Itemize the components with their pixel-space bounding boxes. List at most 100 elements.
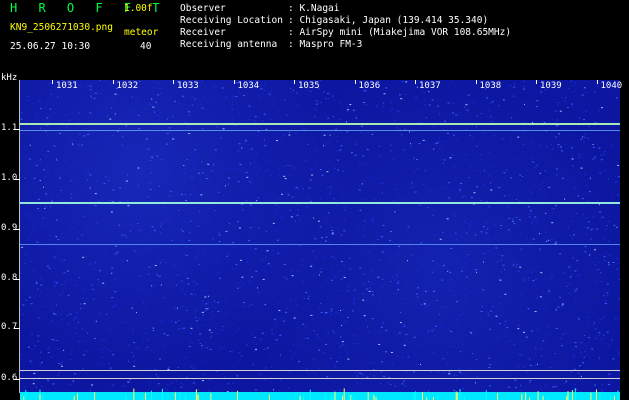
noise-pixel xyxy=(597,110,600,111)
noise-pixel xyxy=(535,186,537,188)
noise-pixel xyxy=(546,325,549,327)
noise-pixel xyxy=(287,158,289,160)
noise-pixel xyxy=(394,278,396,280)
noise-pixel xyxy=(406,327,408,329)
level-spike xyxy=(309,389,311,400)
noise-pixel xyxy=(368,281,369,282)
noise-pixel xyxy=(56,340,58,341)
noise-pixel xyxy=(602,316,605,318)
noise-pixel xyxy=(467,103,470,105)
noise-pixel xyxy=(395,100,397,102)
noise-pixel xyxy=(439,238,442,240)
noise-pixel xyxy=(176,380,178,382)
noise-pixel xyxy=(75,312,78,314)
noise-pixel xyxy=(209,317,211,319)
noise-pixel xyxy=(238,213,240,215)
noise-pixel xyxy=(115,245,117,247)
noise-pixel xyxy=(598,268,600,270)
noise-pixel xyxy=(608,240,610,242)
noise-pixel xyxy=(307,198,310,199)
noise-pixel xyxy=(443,371,446,373)
noise-pixel xyxy=(111,107,113,109)
noise-pixel xyxy=(593,322,595,324)
noise-pixel xyxy=(335,311,338,313)
noise-pixel xyxy=(259,338,262,340)
noise-pixel xyxy=(179,167,182,169)
noise-pixel xyxy=(562,189,564,191)
noise-pixel xyxy=(438,137,440,139)
noise-pixel xyxy=(193,153,196,155)
noise-pixel xyxy=(402,298,405,300)
noise-pixel xyxy=(584,251,587,253)
noise-pixel xyxy=(334,365,336,366)
noise-pixel xyxy=(588,125,590,127)
noise-pixel xyxy=(291,111,293,113)
noise-pixel xyxy=(592,323,595,325)
noise-pixel xyxy=(201,161,202,163)
noise-pixel xyxy=(228,136,230,138)
noise-pixel xyxy=(44,208,46,209)
noise-pixel xyxy=(459,189,461,191)
noise-pixel xyxy=(553,208,555,210)
noise-pixel xyxy=(532,141,535,143)
noise-pixel xyxy=(421,294,424,296)
noise-pixel xyxy=(572,85,574,86)
noise-pixel xyxy=(54,103,56,104)
noise-pixel xyxy=(342,106,343,108)
noise-pixel xyxy=(201,303,203,305)
noise-pixel xyxy=(141,296,143,298)
level-spike xyxy=(73,396,75,400)
spectrogram-plot xyxy=(20,80,620,393)
noise-pixel xyxy=(111,297,114,299)
noise-pixel xyxy=(472,335,474,337)
noise-pixel xyxy=(270,333,272,335)
noise-pixel xyxy=(184,276,187,278)
noise-pixel xyxy=(487,333,489,335)
noise-pixel xyxy=(306,367,308,369)
noise-pixel xyxy=(457,138,459,140)
noise-pixel xyxy=(29,360,32,362)
noise-pixel xyxy=(538,145,541,147)
noise-pixel xyxy=(238,143,241,145)
noise-pixel xyxy=(193,288,194,290)
noise-pixel xyxy=(122,136,124,138)
noise-pixel xyxy=(319,226,322,228)
noise-pixel xyxy=(110,351,113,353)
noise-pixel xyxy=(218,234,221,236)
noise-pixel xyxy=(605,228,608,230)
noise-pixel xyxy=(99,80,101,82)
noise-pixel xyxy=(153,110,156,112)
noise-pixel xyxy=(411,181,413,183)
noise-pixel xyxy=(571,147,574,149)
noise-pixel xyxy=(529,199,531,201)
noise-pixel xyxy=(200,155,202,157)
noise-pixel xyxy=(146,247,149,249)
noise-pixel xyxy=(415,98,417,100)
noise-pixel xyxy=(159,213,161,215)
noise-pixel xyxy=(396,335,399,337)
noise-pixel xyxy=(297,326,300,328)
level-spike xyxy=(521,394,523,400)
noise-pixel xyxy=(592,144,594,145)
noise-pixel xyxy=(37,288,39,290)
noise-pixel xyxy=(301,312,303,313)
noise-pixel xyxy=(427,289,430,291)
noise-pixel xyxy=(527,206,530,208)
noise-pixel xyxy=(508,340,511,342)
noise-pixel xyxy=(497,336,500,338)
noise-pixel xyxy=(383,375,386,377)
noise-pixel xyxy=(536,100,539,102)
noise-pixel xyxy=(379,332,381,334)
noise-pixel xyxy=(364,103,367,105)
noise-pixel xyxy=(36,241,39,243)
noise-pixel xyxy=(423,104,426,106)
noise-pixel xyxy=(541,193,543,195)
noise-pixel xyxy=(458,185,461,186)
noise-pixel xyxy=(87,170,89,172)
noise-pixel xyxy=(140,288,143,290)
noise-pixel xyxy=(499,295,501,297)
noise-pixel xyxy=(582,97,584,99)
noise-pixel xyxy=(531,327,533,329)
noise-pixel xyxy=(46,295,48,297)
noise-pixel xyxy=(496,187,498,188)
